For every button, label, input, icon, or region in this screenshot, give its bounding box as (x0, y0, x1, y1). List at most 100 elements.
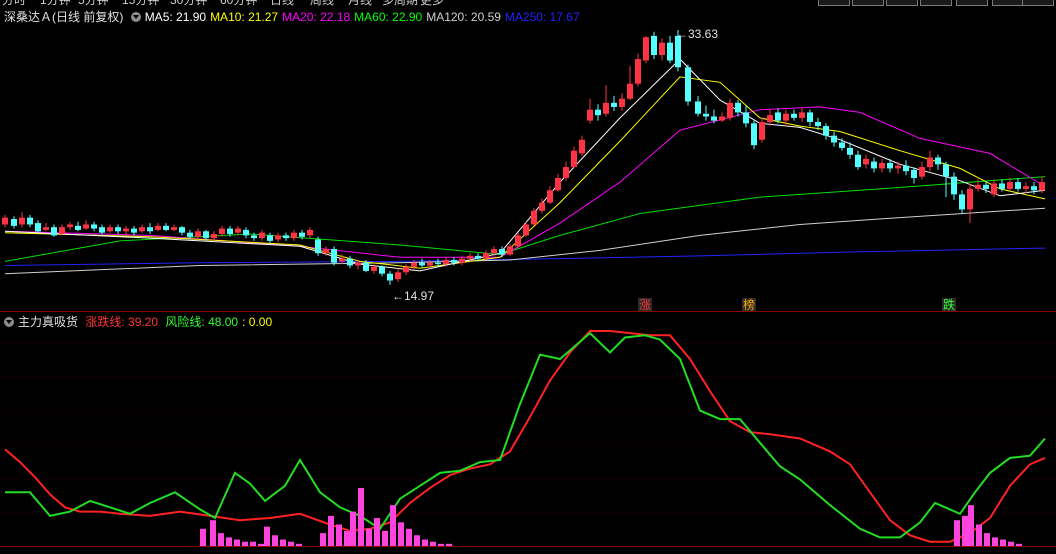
indicator-bar-0 (200, 528, 206, 546)
candle-30 (243, 229, 249, 236)
candle-110 (887, 162, 893, 169)
candle-32 (259, 232, 265, 239)
indicator-bar-9 (272, 535, 278, 546)
candle-90 (727, 102, 733, 118)
marker-2: 跌 (943, 297, 955, 312)
candle-50 (403, 266, 409, 273)
candle-6 (51, 227, 57, 236)
candle-26 (211, 234, 217, 239)
candle-126 (1015, 182, 1021, 189)
indicator-bar-11 (288, 541, 294, 546)
candle-23 (187, 232, 193, 237)
candle-18 (147, 227, 153, 232)
candle-4 (35, 223, 41, 232)
candle-64 (515, 235, 521, 247)
candle-39 (315, 239, 321, 254)
indicator-bar-17 (350, 511, 356, 546)
candle-35 (283, 235, 289, 239)
candle-129 (1039, 182, 1045, 191)
candle-7 (59, 227, 65, 235)
candle-63 (507, 246, 513, 255)
candle-76 (611, 102, 617, 107)
indicator-bar-15 (336, 524, 342, 546)
indicator-bar-29 (446, 543, 452, 546)
candle-128 (1031, 186, 1037, 191)
candle-95 (767, 115, 773, 122)
candle-28 (227, 228, 233, 235)
candle-53 (427, 262, 433, 266)
candle-92 (743, 112, 749, 124)
kline-chart-canvas[interactable]: ←33.63 ←14.97 涨 榜 跌 (0, 0, 1056, 554)
candle-99 (799, 112, 805, 118)
candle-96 (775, 112, 781, 121)
candle-66 (531, 210, 537, 225)
candle-86 (695, 101, 701, 114)
candle-38 (307, 229, 313, 236)
indicator-bar-32 (968, 505, 974, 546)
candle-77 (619, 98, 625, 107)
candle-78 (627, 83, 633, 99)
candle-120 (967, 188, 973, 210)
candle-14 (115, 227, 121, 232)
indicator-bar-37 (1008, 541, 1014, 546)
candle-59 (475, 255, 481, 259)
candle-79 (635, 59, 641, 84)
candle-2 (19, 217, 25, 225)
candle-61 (491, 249, 497, 254)
candle-44 (355, 262, 361, 266)
indicator-bar-35 (992, 537, 998, 546)
indicator-bar-33 (976, 524, 982, 546)
candle-10 (83, 224, 89, 229)
candle-121 (975, 184, 981, 189)
candle-83 (667, 42, 673, 61)
candle-105 (847, 147, 853, 155)
candle-33 (267, 235, 273, 241)
candle-56 (451, 259, 457, 263)
indicator-bar-4 (234, 539, 240, 546)
candle-20 (163, 225, 169, 230)
candle-115 (927, 157, 933, 168)
indicator-bar-23 (398, 522, 404, 546)
candle-67 (539, 202, 545, 211)
candle-19 (155, 225, 161, 230)
candle-58 (467, 255, 473, 259)
candle-118 (951, 176, 957, 195)
candle-98 (791, 113, 797, 118)
candle-124 (999, 183, 1005, 189)
candle-107 (863, 158, 869, 165)
ma120-line (4, 207, 1046, 275)
indicator-bar-8 (264, 526, 270, 546)
candle-116 (935, 157, 941, 165)
indicator-bar-12 (296, 543, 302, 546)
candle-21 (171, 227, 177, 230)
candle-125 (1007, 182, 1013, 189)
indicator-bar-31 (962, 515, 968, 546)
candle-3 (27, 217, 33, 225)
indicator-bar-27 (430, 541, 436, 546)
candle-62 (499, 249, 505, 255)
marker-0: 涨 (639, 297, 651, 312)
indicator-bar-34 (984, 533, 990, 546)
candle-70 (563, 167, 569, 178)
candle-40 (323, 249, 329, 254)
candle-72 (579, 139, 585, 154)
candle-9 (75, 225, 81, 230)
candle-48 (387, 273, 393, 281)
indicator-bar-21 (382, 530, 388, 546)
indicator-bar-20 (374, 518, 380, 546)
indicator-bar-24 (406, 528, 412, 546)
candle-41 (331, 249, 337, 263)
candle-51 (411, 262, 417, 267)
candle-111 (895, 165, 901, 169)
candle-57 (459, 258, 465, 263)
indicator-bar-22 (390, 505, 396, 546)
candle-16 (131, 228, 137, 233)
candle-106 (855, 154, 861, 168)
indicator-bar-38 (1016, 543, 1022, 546)
indicator-bar-13 (320, 533, 326, 546)
candle-80 (643, 37, 649, 61)
candle-22 (179, 227, 185, 233)
candle-12 (99, 227, 105, 233)
candle-100 (807, 112, 813, 122)
candle-94 (759, 121, 765, 140)
